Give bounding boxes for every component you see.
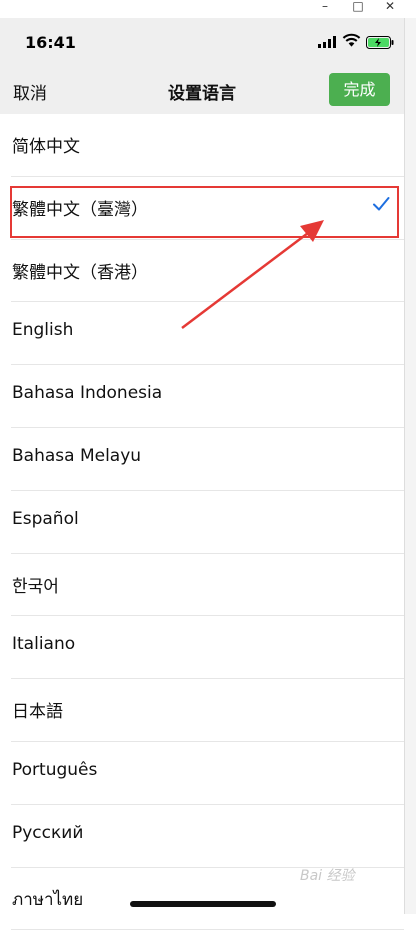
language-label: Bahasa Indonesia — [12, 383, 163, 404]
language-label: Italiano — [12, 634, 76, 655]
cellular-signal-icon — [318, 36, 336, 48]
language-item-malay[interactable]: Bahasa Melayu — [11, 428, 404, 491]
language-label: 한국어 — [12, 576, 59, 597]
language-item-korean[interactable]: 한국어 — [11, 554, 404, 617]
language-label: Bahasa Melayu — [12, 445, 142, 466]
language-item-zh-hans[interactable]: 简体中文 — [11, 114, 404, 177]
language-item-russian[interactable]: Русский — [11, 805, 404, 868]
language-label: 简体中文 — [12, 137, 80, 157]
wifi-icon — [342, 33, 361, 47]
minimize-button[interactable]: – — [315, 0, 335, 14]
status-bar: 16:41 — [0, 18, 404, 68]
language-label: Русский — [12, 822, 84, 843]
language-item-japanese[interactable]: 日本語 — [11, 679, 404, 742]
language-item-italian[interactable]: Italiano — [11, 616, 404, 680]
language-label: 日本語 — [12, 702, 63, 723]
language-label: 繁體中文（香港） — [12, 262, 148, 283]
battery-charging-icon — [366, 36, 394, 49]
language-label: Español — [12, 508, 79, 529]
phone-screen: 16:41 取消 设置语言 完成 简体中文 繁體中文（臺灣） 繁體中文（香港） … — [0, 18, 404, 930]
background-window-strip — [404, 18, 416, 914]
language-label: Português — [12, 759, 98, 780]
done-button[interactable]: 完成 — [329, 73, 390, 106]
home-indicator[interactable] — [130, 901, 276, 907]
navigation-bar: 取消 设置语言 完成 — [0, 68, 404, 114]
maximize-button[interactable]: □ — [348, 0, 368, 14]
close-button[interactable]: ✕ — [380, 0, 400, 14]
language-item-spanish[interactable]: Español — [11, 491, 404, 554]
language-item-indonesian[interactable]: Bahasa Indonesia — [11, 365, 404, 428]
language-item-portuguese[interactable]: Português — [11, 742, 404, 805]
language-label: ภาษาไทย — [12, 889, 84, 910]
watermark: Bai 经验 — [300, 868, 355, 884]
window-title-bar: – □ ✕ — [0, 0, 416, 18]
annotation-arrow-icon — [181, 220, 324, 329]
status-time: 16:41 — [25, 33, 76, 52]
language-label: English — [12, 320, 74, 341]
